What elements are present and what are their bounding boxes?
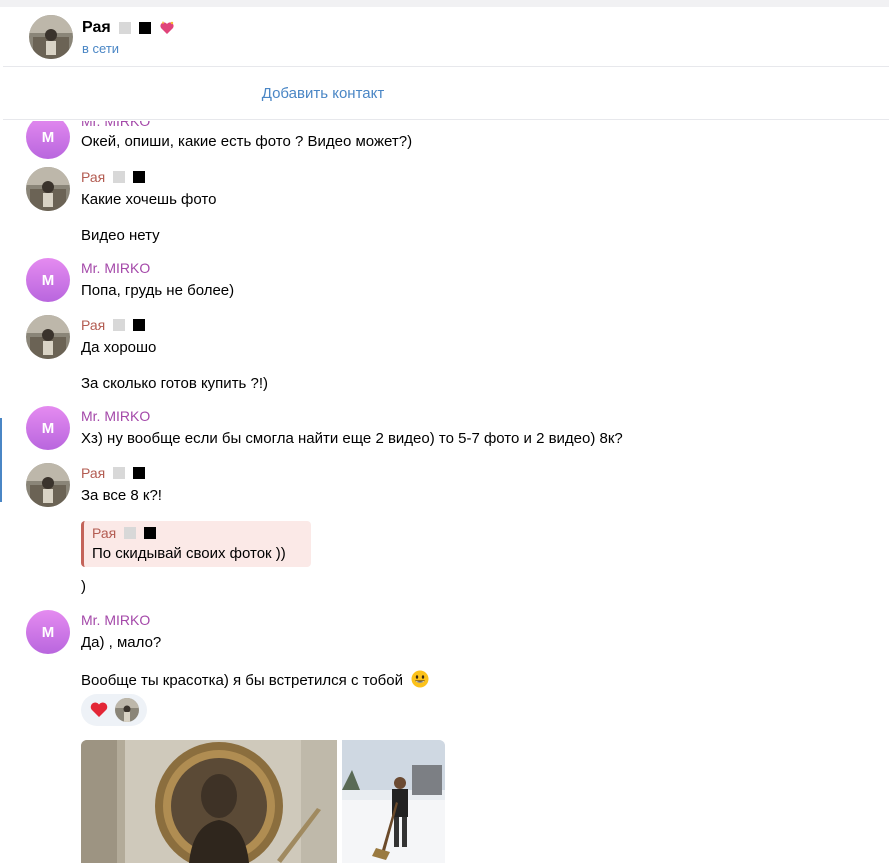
author-name-text: Mr. MIRKO — [81, 121, 151, 129]
red-heart-icon[interactable] — [89, 700, 109, 720]
add-contact-button[interactable]: Добавить контакт — [3, 85, 643, 102]
quote-text: По скидывай своих фоток )) — [92, 545, 286, 562]
message-text: Вообще ты красотка) я бы встретился с то… — [81, 672, 403, 689]
photo-attachment[interactable] — [342, 740, 445, 863]
selection-edge — [0, 418, 2, 502]
photo-attachment[interactable] — [81, 740, 337, 863]
gray-square-icon — [113, 467, 126, 479]
contact-avatar[interactable] — [29, 15, 73, 59]
avatar[interactable]: M — [26, 610, 70, 654]
reactions-bar[interactable] — [81, 694, 147, 726]
quote-author: Рая — [92, 525, 157, 541]
author-name[interactable]: Mr. MIRKO — [81, 408, 150, 424]
sparkling-heart-icon — [160, 21, 174, 34]
message-text: ) — [81, 578, 86, 595]
author-name-text: Mr. MIRKO — [81, 260, 151, 276]
avatar-letter: M — [41, 419, 55, 437]
contact-name[interactable]: Рая — [82, 19, 175, 37]
message-text: За все 8 к?! — [81, 487, 162, 504]
message-feed[interactable]: M Mr. MIRKO Окей, опиши, какие есть фото… — [3, 121, 889, 863]
quote-author-text: Рая — [92, 525, 117, 541]
author-name[interactable]: Рая — [81, 465, 146, 481]
black-square-icon — [133, 319, 146, 331]
author-name[interactable]: Рая — [81, 169, 146, 185]
black-square-icon — [133, 467, 146, 479]
chat-header: Рая в сети — [3, 7, 889, 67]
online-status: в сети — [82, 41, 120, 56]
gray-square-icon — [118, 22, 131, 34]
black-square-icon — [133, 171, 146, 183]
black-square-icon — [138, 22, 151, 34]
avatar[interactable]: M — [26, 406, 70, 450]
contact-name-text: Рая — [82, 19, 111, 36]
avatar-letter: M — [41, 128, 55, 146]
add-contact-bar: Добавить контакт — [3, 68, 889, 120]
avatar[interactable] — [26, 167, 70, 211]
author-name[interactable]: Рая — [81, 317, 146, 333]
message-text: Да хорошо — [81, 339, 157, 356]
avatar-letter: M — [41, 271, 55, 289]
gray-square-icon — [124, 527, 137, 539]
message-text-with-emoji: Вообще ты красотка) я бы встретился с то… — [81, 670, 429, 689]
message-text: За сколько готов купить ?!) — [81, 375, 269, 392]
avatar-letter: M — [41, 623, 55, 641]
message-text: Видео нету — [81, 227, 160, 244]
author-name[interactable]: Mr. MIRKO — [81, 612, 150, 628]
reply-quote[interactable]: Рая По скидывай своих фоток )) — [81, 521, 311, 567]
message-text: Попа, грудь не более) — [81, 282, 235, 299]
grinning-face-icon — [411, 670, 429, 688]
author-name-text: Рая — [81, 465, 106, 481]
avatar[interactable] — [26, 463, 70, 507]
author-name[interactable]: Mr. MIRKO — [81, 121, 150, 129]
author-name[interactable]: Mr. MIRKO — [81, 260, 150, 276]
top-strip — [0, 0, 889, 7]
avatar[interactable]: M — [26, 121, 70, 159]
author-name-text: Mr. MIRKO — [81, 612, 151, 628]
message-text: Да) , мало? — [81, 634, 162, 651]
avatar[interactable]: M — [26, 258, 70, 302]
author-name-text: Mr. MIRKO — [81, 408, 151, 424]
message-text: Хз) ну вообще если бы смогла найти еще 2… — [81, 430, 623, 447]
avatar[interactable] — [26, 315, 70, 359]
author-name-text: Рая — [81, 317, 106, 333]
black-square-icon — [144, 527, 157, 539]
message-text: Окей, опиши, какие есть фото ? Видео мож… — [81, 133, 413, 150]
gray-square-icon — [113, 171, 126, 183]
author-name-text: Рая — [81, 169, 106, 185]
gray-square-icon — [113, 319, 126, 331]
reactor-avatar[interactable] — [115, 698, 139, 722]
message-text: Какие хочешь фото — [81, 191, 217, 208]
